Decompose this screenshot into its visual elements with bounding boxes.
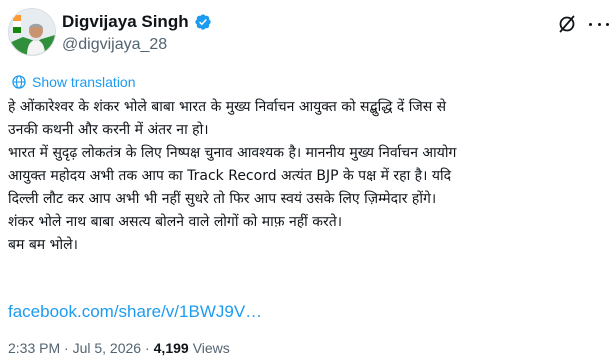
tweet-line: हे ओंकारेश्वर के शंकर भोले बाबा भारत के … (8, 99, 447, 115)
globe-icon (12, 75, 26, 89)
verified-badge-icon (194, 13, 212, 31)
author-name-text: Digvijaya Singh (62, 12, 189, 31)
tweet-line: उनकी कथनी और करनी में अंतर ना हो। (8, 122, 209, 138)
tweet-line: भारत में सुदृढ़ लोकतंत्र के लिए निष्पक्ष… (8, 145, 457, 161)
author-name[interactable]: Digvijaya Singh (62, 12, 212, 32)
views-count: 4,199 (153, 340, 189, 356)
tweet-line: आयुक्त महोदय अभी तक आप का Track Record अ… (8, 168, 452, 184)
facebook-link[interactable]: facebook.com/share/v/1BWJ9V… (8, 302, 262, 322)
tweet-line: शंकर भोले नाथ बाबा असत्य बोलने वाले लोगो… (8, 214, 343, 230)
more-dot (597, 22, 601, 26)
avatar[interactable] (8, 8, 56, 56)
show-translation-label: Show translation (32, 74, 136, 90)
tweet-timestamp[interactable]: 2:33 PM · Jul 5, 2026 · (8, 340, 150, 356)
tweet-line: बम बम भोले। (8, 237, 78, 253)
more-dot (606, 22, 609, 26)
show-translation-button[interactable]: Show translation (12, 74, 136, 90)
tweet-body: हे ओंकारेश्वर के शंकर भोले बाबा भारत के … (8, 96, 612, 257)
tweet-line: दिल्ली लौट कर आप अभी भी नहीं सुधरे तो फि… (8, 191, 437, 207)
more-options-icon[interactable] (589, 16, 609, 32)
views-label: Views (192, 340, 230, 356)
tweet-card: Digvijaya Singh @digvijaya_28 Show trans (0, 0, 616, 363)
grok-icon[interactable] (557, 14, 577, 34)
tweet-meta: 2:33 PM · Jul 5, 2026 · 4,199 Views (8, 340, 230, 356)
more-dot (589, 22, 592, 26)
author-handle[interactable]: @digvijaya_28 (62, 35, 167, 55)
